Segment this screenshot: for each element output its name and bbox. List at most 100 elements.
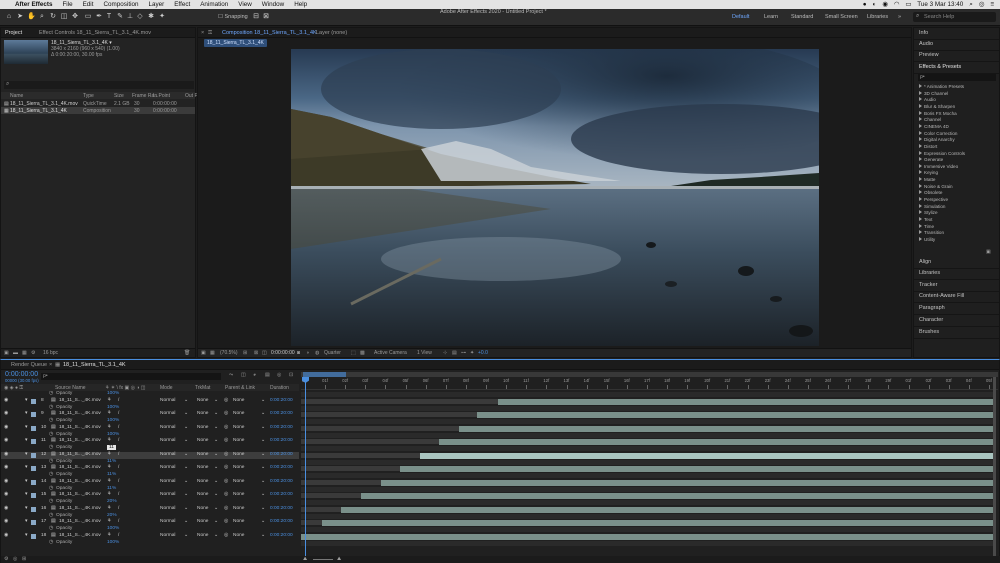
tab-composition[interactable]: Composition 18_11_Sierra_TL_3.1_4K (222, 30, 317, 36)
menu-file[interactable]: File (57, 1, 77, 8)
shy-icon[interactable]: ⚘ (107, 533, 111, 538)
effects-category[interactable]: Time (919, 223, 934, 229)
layer-duration-bar[interactable] (498, 398, 993, 405)
layer-name[interactable]: 18_11_S..._4K.mov (59, 519, 101, 524)
pick-whip-icon[interactable]: ◎ (224, 492, 228, 497)
shy-icon[interactable]: ⚘ (107, 465, 111, 470)
menu-animation[interactable]: Animation (195, 1, 233, 8)
layer-duration[interactable]: 0:00:20:00 (270, 519, 293, 524)
motion-blur-icon[interactable]: ◎ (277, 372, 281, 378)
effects-category[interactable]: CINEMA 4D (919, 123, 949, 129)
trkmat-dropdown[interactable]: None (197, 533, 208, 538)
shy-icon[interactable]: ⚘ (107, 411, 111, 416)
pick-whip-icon[interactable]: ◎ (224, 479, 228, 484)
clone-stamp-tool-icon[interactable]: ⊥ (126, 12, 134, 21)
layer-name[interactable]: 18_11_S..._4K.mov (59, 438, 101, 443)
eye-icon[interactable]: ◉ (4, 452, 8, 457)
toggle-timing-icon[interactable]: ⊞ (22, 556, 26, 562)
panel-libraries[interactable]: Libraries (914, 268, 999, 280)
hand-tool-icon[interactable]: ✋ (27, 12, 36, 21)
camera-dropdown[interactable]: Active Camera (374, 350, 407, 356)
label-color-swatch[interactable] (31, 493, 36, 499)
layer-duration-bar[interactable] (399, 466, 993, 473)
reset-exposure-icon[interactable]: ✦ (470, 350, 474, 356)
trkmat-dropdown[interactable]: None (197, 411, 208, 416)
layer-duration[interactable]: 0:00:20:00 (270, 479, 293, 484)
opacity-value[interactable]: 100% (107, 526, 119, 531)
layer-duration[interactable]: 0:00:20:00 (270, 411, 293, 416)
layer-duration-bar[interactable] (439, 439, 993, 446)
opacity-value[interactable]: 20% (107, 499, 117, 504)
opacity-value[interactable]: 11% (107, 486, 116, 491)
chevron-down-icon[interactable]: ▾ (25, 411, 27, 416)
menu-composition[interactable]: Composition (98, 1, 143, 8)
chevron-down-icon[interactable]: ▾ (25, 398, 27, 403)
layer-duration-bar[interactable] (360, 493, 993, 500)
shy-icon[interactable]: ⚘ (107, 479, 111, 484)
layer-name[interactable]: 18_11_S..._4K.mov (59, 533, 101, 538)
effects-category[interactable]: Expression Controls (919, 150, 965, 156)
chevron-down-icon[interactable]: ▾ (25, 425, 27, 430)
stopwatch-icon[interactable]: ◷ (49, 513, 53, 518)
mask-visibility-icon[interactable]: ◫ (262, 350, 267, 356)
frame-blending-icon[interactable]: ▤ (265, 372, 270, 378)
layer-duration[interactable]: 0:00:20:00 (270, 492, 293, 497)
effects-category[interactable]: Digital Anarchy (919, 137, 955, 142)
quality-icon[interactable]: / (118, 438, 119, 443)
status-icon[interactable]: ◉ (882, 1, 888, 8)
graph-editor-icon[interactable]: ⊡ (289, 372, 293, 378)
chevron-down-icon[interactable]: ▾ (25, 492, 27, 497)
pick-whip-icon[interactable]: ◎ (224, 506, 228, 511)
effects-category[interactable]: Blur & Sharpen (919, 103, 955, 109)
comp-flowchart-icon[interactable]: ⤳ (229, 372, 233, 378)
interpret-footage-icon[interactable]: ▣ (4, 350, 9, 356)
layer-duration[interactable]: 0:00:20:00 (270, 452, 293, 457)
views-dropdown[interactable]: 1 View (417, 350, 432, 356)
project-file-row[interactable]: ▤ 18_11_Sierra_TL_3.1_4K.mov QuickTime 2… (1, 100, 195, 107)
trkmat-dropdown[interactable]: None (197, 425, 208, 430)
timeline-track-area[interactable]: 0f01f02f03f04f05f06f07f08f09f10f11f12f13… (301, 372, 998, 558)
effects-category[interactable]: Color Correction (919, 130, 957, 136)
menu-layer[interactable]: Layer (143, 1, 169, 8)
close-icon[interactable]: × (201, 30, 204, 36)
stopwatch-icon[interactable]: ◷ (49, 391, 53, 396)
puppet-tool-icon[interactable]: ✦ (158, 12, 166, 21)
pan-behind-tool-icon[interactable]: ✥ (71, 12, 79, 21)
pick-whip-icon[interactable]: ◎ (224, 411, 228, 416)
project-file-row[interactable]: ▦ 18_11_Sierra_TL_3.1_4K Composition 30 … (1, 107, 195, 114)
label-color-swatch[interactable] (31, 466, 36, 472)
roto-brush-tool-icon[interactable]: ✱ (147, 12, 155, 21)
effects-category[interactable]: Immersive Video (919, 163, 958, 169)
shy-icon[interactable]: ⚘ (107, 506, 111, 511)
chevron-down-icon[interactable]: ▾ (25, 452, 27, 457)
opacity-value[interactable]: 100% (107, 405, 119, 410)
playhead[interactable] (305, 377, 306, 558)
opacity-value[interactable]: 11% (107, 472, 116, 477)
snap-target-icon[interactable]: ⊠ (262, 12, 270, 21)
pick-whip-icon[interactable]: ◎ (224, 452, 228, 457)
effects-category[interactable]: 3D Channel (919, 90, 948, 96)
trkmat-dropdown[interactable]: None (197, 398, 208, 403)
workspace-learn[interactable]: Learn (764, 14, 778, 20)
layer-name[interactable]: 18_11_S..._4K.mov (59, 398, 101, 403)
quality-icon[interactable]: / (118, 479, 119, 484)
project-search-input[interactable]: ⌕ (4, 81, 194, 89)
trkmat-dropdown[interactable]: None (197, 479, 208, 484)
parent-dropdown[interactable]: None (233, 438, 244, 443)
current-time[interactable]: 0:00:00:00 (271, 350, 295, 356)
eraser-tool-icon[interactable]: ◇ (136, 12, 144, 21)
pick-whip-icon[interactable]: ◎ (224, 425, 228, 430)
stopwatch-icon[interactable]: ◷ (49, 405, 53, 410)
layer-duration-bar[interactable] (477, 412, 993, 419)
exposure-value[interactable]: +0.0 (478, 350, 488, 356)
fit-icon[interactable]: ⊞ (243, 350, 247, 356)
workspace-small-screen[interactable]: Small Screen (825, 14, 858, 20)
layer-name[interactable]: 18_11_S..._4K.mov (59, 411, 101, 416)
stopwatch-icon[interactable]: ◷ (49, 445, 53, 450)
quality-icon[interactable]: / (118, 519, 119, 524)
camera-tool-icon[interactable]: ◫ (60, 12, 68, 21)
stopwatch-icon[interactable]: ◷ (49, 526, 53, 531)
tab-render-queue[interactable]: Render Queue (11, 362, 47, 368)
eye-icon[interactable]: ◉ (4, 479, 8, 484)
safe-zones-icon[interactable]: ⊠ (254, 350, 258, 356)
